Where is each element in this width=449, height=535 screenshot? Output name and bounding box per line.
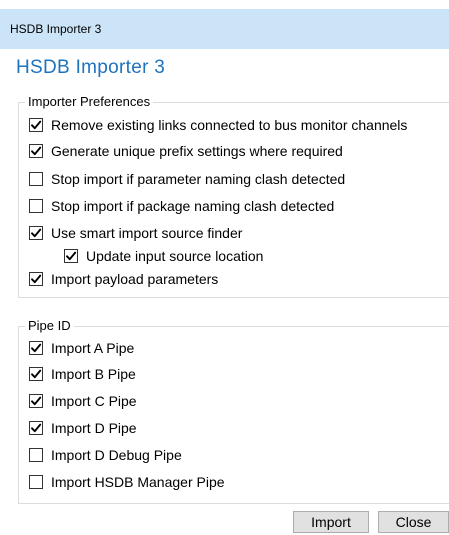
page-title: HSDB Importer 3 [16, 57, 166, 78]
checkbox-import-hsdb-manager-pipe[interactable]: Import HSDB Manager Pipe [29, 472, 225, 492]
checkbox-label: Use smart import source finder [51, 225, 243, 241]
checkmark-icon [31, 396, 42, 406]
checkbox-label: Update input source location [86, 248, 264, 264]
checkmark-icon [31, 274, 42, 284]
checkbox-import-a-pipe[interactable]: Import A Pipe [29, 338, 134, 358]
checkbox-label: Import A Pipe [51, 340, 135, 356]
checkbox-box[interactable] [29, 172, 43, 186]
checkbox-import-d-pipe[interactable]: Import D Pipe [29, 418, 137, 438]
checkbox-box[interactable] [29, 118, 43, 132]
checkbox-label: Stop import if parameter naming clash de… [51, 171, 346, 187]
checkbox-box[interactable] [29, 226, 43, 240]
checkmark-icon [31, 343, 42, 353]
checkbox-stop-parameter-clash[interactable]: Stop import if parameter naming clash de… [29, 169, 345, 189]
checkbox-label: Import C Pipe [51, 393, 137, 409]
checkmark-icon [31, 120, 42, 130]
checkbox-box[interactable] [29, 272, 43, 286]
checkbox-box[interactable] [29, 367, 43, 381]
checkmark-icon [31, 423, 42, 433]
window-title: HSDB Importer 3 [10, 22, 102, 36]
checkmark-icon [31, 369, 42, 379]
checkbox-label: Remove existing links connected to bus m… [51, 117, 408, 133]
pipe-id-legend: Pipe ID [25, 318, 74, 334]
checkbox-generate-unique-prefix[interactable]: Generate unique prefix settings where re… [29, 141, 343, 161]
checkbox-label: Import D Debug Pipe [51, 447, 182, 463]
checkbox-box[interactable] [29, 144, 43, 158]
checkbox-box[interactable] [29, 199, 43, 213]
checkbox-box[interactable] [64, 249, 78, 263]
checkbox-label: Generate unique prefix settings where re… [51, 143, 343, 159]
import-button[interactable]: Import [293, 511, 369, 533]
importer-preferences-legend: Importer Preferences [25, 94, 154, 110]
checkmark-icon [31, 146, 42, 156]
checkmark-icon [66, 251, 77, 261]
window-titlebar[interactable]: HSDB Importer 3 [0, 9, 449, 49]
checkbox-box[interactable] [29, 475, 43, 489]
checkmark-icon [31, 228, 42, 238]
checkbox-stop-package-clash[interactable]: Stop import if package naming clash dete… [29, 196, 334, 216]
checkbox-import-b-pipe[interactable]: Import B Pipe [29, 364, 136, 384]
checkbox-box[interactable] [29, 448, 43, 462]
checkbox-update-input-source[interactable]: Update input source location [64, 246, 263, 266]
checkbox-label: Import B Pipe [51, 366, 136, 382]
checkbox-label: Import D Pipe [51, 420, 137, 436]
close-button[interactable]: Close [378, 511, 449, 533]
checkbox-remove-existing-links[interactable]: Remove existing links connected to bus m… [29, 115, 407, 135]
checkbox-box[interactable] [29, 421, 43, 435]
checkbox-smart-import-source[interactable]: Use smart import source finder [29, 223, 242, 243]
checkbox-label: Import payload parameters [51, 271, 219, 287]
checkbox-box[interactable] [29, 394, 43, 408]
checkbox-import-c-pipe[interactable]: Import C Pipe [29, 391, 137, 411]
checkbox-label: Stop import if package naming clash dete… [51, 198, 335, 214]
checkbox-box[interactable] [29, 341, 43, 355]
checkbox-label: Import HSDB Manager Pipe [51, 474, 225, 490]
checkbox-import-d-debug-pipe[interactable]: Import D Debug Pipe [29, 445, 182, 465]
window-top-edge [0, 0, 449, 9]
checkbox-import-payload[interactable]: Import payload parameters [29, 269, 218, 289]
